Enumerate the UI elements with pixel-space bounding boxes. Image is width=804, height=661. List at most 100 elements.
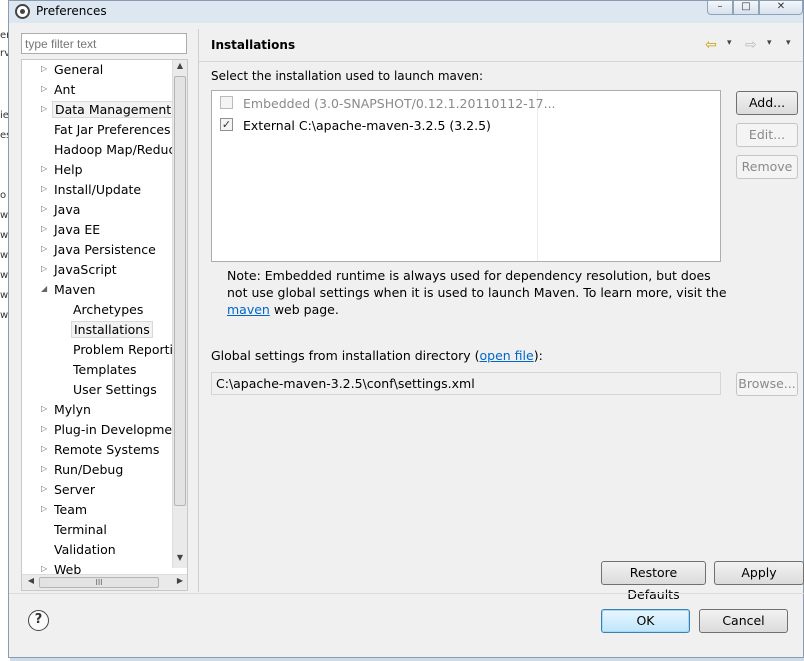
scroll-up-icon[interactable]: ▲ [173,61,187,75]
select-installation-label: Select the installation used to launch m… [211,69,484,83]
tree-item-label: Problem Reporting [73,342,188,357]
filter-input[interactable] [21,33,187,54]
embedded-checkbox[interactable] [220,96,233,109]
back-icon[interactable]: ⇦ [705,37,717,53]
forward-dropdown-icon[interactable]: ▾ [767,38,772,48]
installations-page: Select the installation used to launch m… [199,62,804,602]
tree-item-label: Archetypes [73,302,144,317]
tree-item-label: Java Persistence [54,242,156,257]
window-title: Preferences [36,4,107,18]
background-text: w [0,250,9,261]
maven-link[interactable]: maven [227,302,270,317]
tree-item-label: Plug-in Development [54,422,185,437]
tree-item-label: JavaScript [54,262,117,277]
installation-label: External C:\apache-maven-3.2.5 (3.2.5) [243,118,491,133]
collapsed-arrow-icon[interactable]: ▷ [41,484,49,493]
collapsed-arrow-icon[interactable]: ▷ [41,64,49,73]
tree-item-label: Run/Debug [54,462,124,477]
tree-item-label: Installations [71,321,153,338]
collapsed-arrow-icon[interactable]: ▷ [41,424,49,433]
collapsed-arrow-icon[interactable]: ▷ [41,164,49,173]
background-text: o [0,190,7,201]
collapsed-arrow-icon[interactable]: ▷ [41,264,49,273]
scroll-right-icon[interactable]: ▶ [173,576,187,585]
scroll-down-icon[interactable]: ▼ [173,553,187,567]
scroll-thumb-horizontal[interactable]: III [39,577,159,588]
preferences-dialog: Preferences – □ ✕ ▷WebValidationTerminal… [8,0,804,658]
tree-item-label: User Settings [73,382,157,397]
eclipse-app-icon [15,4,30,19]
tree-item-label: Java [54,202,81,217]
add-button[interactable]: Add... [736,91,798,115]
collapsed-arrow-icon[interactable]: ▷ [41,464,49,473]
scroll-thumb[interactable] [174,76,186,506]
ok-button[interactable]: OK [601,609,690,633]
tree-horizontal-scrollbar[interactable]: ◀ III ▶ [22,574,187,590]
tree-item-label: Hadoop Map/Reduce [54,142,184,157]
tree-item-label: Data Management [52,101,175,118]
global-settings-path-field[interactable]: C:\apache-maven-3.2.5\conf\settings.xml [211,372,721,395]
collapsed-arrow-icon[interactable]: ▷ [41,84,49,93]
collapsed-arrow-icon[interactable]: ▷ [41,184,49,193]
minimize-button[interactable]: – [707,1,733,15]
tree-item-label: Ant [54,82,76,97]
tree-vertical-scrollbar[interactable]: ▲ ▼ [172,60,187,568]
collapsed-arrow-icon[interactable]: ▷ [41,444,49,453]
tree-item-label: Fat Jar Preferences [54,122,171,137]
global-settings-label-suffix: ): [533,348,543,363]
collapsed-arrow-icon[interactable]: ▷ [41,244,49,253]
collapsed-arrow-icon[interactable]: ▷ [41,204,49,213]
tree-item-label: Help [54,162,83,177]
collapsed-arrow-icon[interactable]: ▷ [41,224,49,233]
note-text: Note: Embedded runtime is always used fo… [227,268,727,300]
column-separator [537,91,538,261]
edit-button[interactable]: Edit... [736,123,798,147]
tree-item-label: Terminal [54,522,107,537]
scroll-left-icon[interactable]: ◀ [24,576,38,585]
collapsed-arrow-icon[interactable]: ▷ [41,564,49,573]
background-text: w [0,230,9,241]
installation-label: Embedded (3.0-SNAPSHOT/0.12.1.20110112-1… [243,96,556,111]
close-button[interactable]: ✕ [759,1,803,15]
page-title: Installations [211,38,296,52]
restore-defaults-button[interactable]: Restore Defaults [601,561,706,602]
embedded-runtime-note: Note: Embedded runtime is always used fo… [227,267,727,318]
global-settings-label: Global settings from installation direct… [211,348,543,363]
page-header: Installations ⇦ ▾ ⇨ ▾ ▾ [199,29,803,62]
help-icon[interactable]: ? [28,610,49,631]
expanded-arrow-icon[interactable]: ◢ [41,284,49,293]
tree-item-label: Mylyn [54,402,91,417]
external-checkbox[interactable]: ✓ [220,118,233,131]
cancel-button[interactable]: Cancel [699,609,788,633]
open-file-link[interactable]: open file [480,348,534,363]
back-dropdown-icon[interactable]: ▾ [727,38,732,48]
collapsed-arrow-icon[interactable]: ▷ [41,104,49,113]
preference-tree: ▷ Web Validation Terminal ▷ Team ▷ Server ▷ Run/D… [21,59,188,591]
tree-item-label: Maven [54,282,96,297]
background-text: w [0,290,9,301]
apply-button[interactable]: Apply [714,561,804,585]
tree-item-label: Java EE [54,222,101,237]
forward-icon[interactable]: ⇨ [745,37,757,53]
tree-item-label: Remote Systems [54,442,160,457]
view-menu-icon[interactable]: ▾ [786,38,791,48]
installations-list: Embedded (3.0-SNAPSHOT/0.12.1.20110112-1… [211,90,721,262]
remove-button[interactable]: Remove [736,155,798,179]
tree-item-label: General [54,62,104,77]
window-controls: – □ ✕ [707,1,803,15]
tree-item-label: Team [54,502,88,517]
note-text-suffix: web page. [269,302,339,317]
browse-button[interactable]: Browse... [736,372,798,396]
tree-item-label: Server [54,482,95,497]
title-bar[interactable]: Preferences – □ ✕ [9,1,803,23]
collapsed-arrow-icon[interactable]: ▷ [41,404,49,413]
global-settings-label-text: Global settings from installation direct… [211,348,480,363]
background-text: w [0,270,9,281]
footer-separator [9,593,804,594]
tree-item-label: Templates [73,362,137,377]
background-text: w [0,310,9,321]
tree-item-label: Validation [54,542,116,557]
maximize-button[interactable]: □ [733,1,759,15]
tree-item-label: Install/Update [54,182,142,197]
collapsed-arrow-icon[interactable]: ▷ [41,504,49,513]
